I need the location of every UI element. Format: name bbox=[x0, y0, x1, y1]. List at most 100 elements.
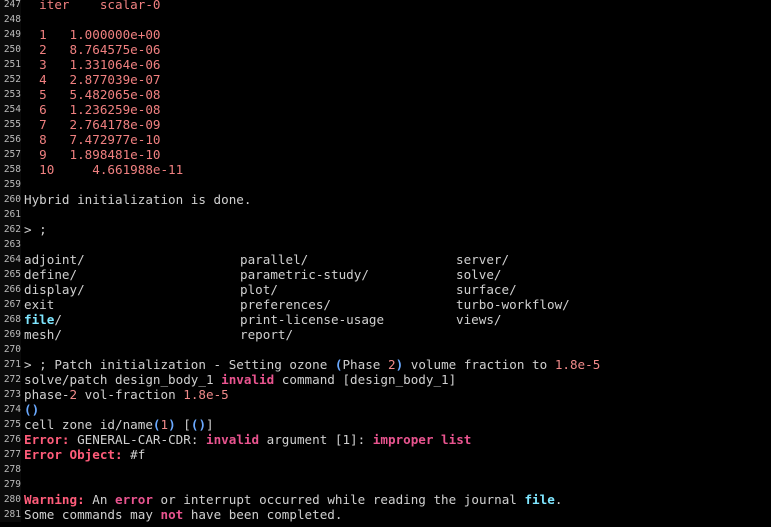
line-content: solve/patch design_body_1 invalid comman… bbox=[24, 372, 771, 387]
line-content bbox=[24, 177, 771, 192]
command-list-entry: views/ bbox=[456, 312, 502, 327]
line-content bbox=[24, 462, 771, 477]
terminal-line: 281 Some commands may not have been compl… bbox=[0, 507, 771, 522]
text-segment: 5 5.482065e-08 bbox=[24, 87, 161, 102]
text-segment: #f bbox=[122, 447, 146, 462]
terminal-line: 264 adjoint/parallel/server/ bbox=[0, 252, 771, 267]
text-segment: vol-fraction bbox=[77, 387, 184, 402]
terminal-line: 247 iter scalar-0 bbox=[0, 0, 771, 12]
command-list-entry: report/ bbox=[240, 327, 294, 342]
line-content: iter scalar-0 bbox=[24, 0, 771, 12]
terminal-line: 249 1 1.000000e+00 bbox=[0, 27, 771, 42]
text-segment: invalid bbox=[205, 432, 260, 447]
command-list-entry: print-license-usage bbox=[240, 312, 385, 327]
line-content: 9 1.898481e-10 bbox=[24, 147, 771, 162]
line-number: 263 bbox=[0, 237, 21, 252]
terminal-line: 274() bbox=[0, 402, 771, 417]
text-segment: volume fraction to bbox=[403, 357, 555, 372]
line-content: cell zone id/name(1) [()] bbox=[24, 417, 771, 432]
terminal-line: 262 > ; bbox=[0, 222, 771, 237]
line-number: 262 bbox=[0, 222, 21, 237]
line-content bbox=[24, 342, 771, 357]
line-number: 266 bbox=[0, 282, 21, 297]
text-segment: GENERAL-CAR-CDR: bbox=[69, 432, 206, 447]
terminal-line: 280 Warning: An error or interrupt occurr… bbox=[0, 492, 771, 507]
text-segment: cell zone id/name bbox=[24, 417, 153, 432]
line-number: 253 bbox=[0, 87, 21, 102]
line-number: 267 bbox=[0, 297, 21, 312]
text-segment: ) bbox=[168, 417, 176, 432]
line-content: () bbox=[24, 402, 771, 417]
text-segment: 3 1.331064e-06 bbox=[24, 57, 161, 72]
line-content: 3 1.331064e-06 bbox=[24, 57, 771, 72]
line-number: 257 bbox=[0, 147, 21, 162]
terminal-console[interactable]: 247 iter scalar-0 248 249 1 1.000000e+00 25… bbox=[0, 0, 771, 522]
line-content: Error Object: #f bbox=[24, 447, 771, 462]
line-content: define/parametric-study/solve/ bbox=[24, 267, 771, 282]
line-number: 256 bbox=[0, 132, 21, 147]
command-list-entry: exit bbox=[24, 297, 55, 312]
line-number: 281 bbox=[0, 507, 21, 522]
text-segment: 1.8e-5 bbox=[554, 357, 601, 372]
line-number: 270 bbox=[0, 342, 21, 357]
command-list-entry: server/ bbox=[456, 252, 510, 267]
terminal-line: 258 10 4.661988e-11 bbox=[0, 162, 771, 177]
text-segment: error bbox=[115, 492, 153, 507]
text-segment: 4 2.877039e-07 bbox=[24, 72, 161, 87]
line-number: 273 bbox=[0, 387, 21, 402]
terminal-line: 250 2 8.764575e-06 bbox=[0, 42, 771, 57]
line-content: > ; bbox=[24, 222, 771, 237]
terminal-line: 268 file/print-license-usage views/ bbox=[0, 312, 771, 327]
text-segment: 1 bbox=[160, 417, 169, 432]
text-segment: ] bbox=[206, 417, 214, 432]
text-segment: Hybrid initialization is done. bbox=[24, 192, 252, 207]
line-number: 276 bbox=[0, 432, 21, 447]
terminal-line: 256 8 7.472977e-10 bbox=[0, 132, 771, 147]
line-content bbox=[24, 12, 771, 27]
text-segment: ( bbox=[152, 417, 161, 432]
line-number: 247 bbox=[0, 0, 21, 12]
line-number: 261 bbox=[0, 207, 21, 222]
line-number: 278 bbox=[0, 462, 21, 477]
command-list-entry: file/ bbox=[24, 312, 62, 327]
line-content: file/print-license-usage views/ bbox=[24, 312, 771, 327]
command-list-entry: mesh/ bbox=[24, 327, 62, 342]
command-list-entry: display/ bbox=[24, 282, 85, 297]
line-number: 272 bbox=[0, 372, 21, 387]
text-segment: Some commands may bbox=[24, 507, 161, 522]
text-segment: phase- bbox=[24, 387, 70, 402]
line-content: Error: GENERAL-CAR-CDR: invalid argument… bbox=[24, 432, 771, 447]
text-segment: solve/patch design_body_1 bbox=[24, 372, 222, 387]
terminal-line: 251 3 1.331064e-06 bbox=[0, 57, 771, 72]
terminal-line: 260 Hybrid initialization is done. bbox=[0, 192, 771, 207]
terminal-line: 254 6 1.236259e-08 bbox=[0, 102, 771, 117]
text-segment: Error: bbox=[24, 432, 70, 447]
line-content: mesh/report/ bbox=[24, 327, 771, 342]
line-number: 275 bbox=[0, 417, 21, 432]
command-list-slash: / bbox=[54, 312, 62, 327]
line-content: 4 2.877039e-07 bbox=[24, 72, 771, 87]
line-number: 280 bbox=[0, 492, 21, 507]
line-content: 6 1.236259e-08 bbox=[24, 102, 771, 117]
terminal-line: 276 Error: GENERAL-CAR-CDR: invalid argum… bbox=[0, 432, 771, 447]
line-number: 279 bbox=[0, 477, 21, 492]
line-content: Some commands may not have been complete… bbox=[24, 507, 771, 522]
terminal-line: 248 bbox=[0, 12, 771, 27]
line-number: 277 bbox=[0, 447, 21, 462]
line-content: 2 8.764575e-06 bbox=[24, 42, 771, 57]
line-content: Warning: An error or interrupt occurred … bbox=[24, 492, 771, 507]
line-number: 254 bbox=[0, 102, 21, 117]
command-list-keyword: file bbox=[24, 312, 55, 327]
line-content: 8 7.472977e-10 bbox=[24, 132, 771, 147]
line-number: 274 bbox=[0, 402, 21, 417]
text-segment: have been completed. bbox=[183, 507, 343, 522]
line-number: 258 bbox=[0, 162, 21, 177]
terminal-line: 270 bbox=[0, 342, 771, 357]
line-content: 5 5.482065e-08 bbox=[24, 87, 771, 102]
terminal-line: 269 mesh/report/ bbox=[0, 327, 771, 342]
text-segment: argument [1]: bbox=[259, 432, 373, 447]
text-segment: > ; Patch initialization - Setting ozone bbox=[24, 357, 335, 372]
text-segment: Warning: bbox=[24, 492, 85, 507]
line-content: display/plot/surface/ bbox=[24, 282, 771, 297]
text-segment: iter scalar-0 bbox=[24, 0, 161, 12]
